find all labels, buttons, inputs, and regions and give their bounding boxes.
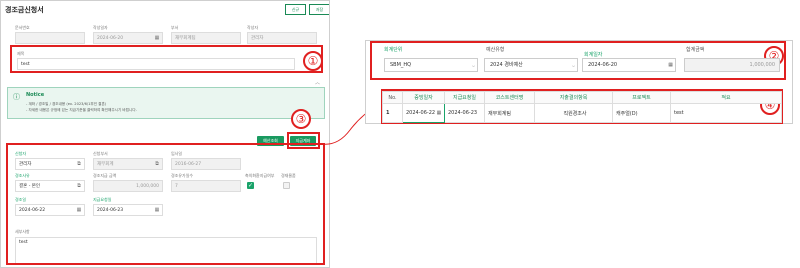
annotation-box-1 bbox=[10, 45, 323, 73]
grid-cell-expense-item[interactable]: 직원경조사 bbox=[534, 103, 613, 123]
write-date-value: 2024-06-20 bbox=[97, 36, 124, 41]
writer-label: 작성자 bbox=[247, 25, 259, 30]
form-title: 경조금신청서 bbox=[5, 6, 44, 14]
accounting-date-value: 2024-06-20 bbox=[588, 62, 618, 68]
grid-header-no: No. bbox=[382, 91, 403, 104]
annotation-box-form bbox=[6, 143, 325, 265]
doc-number-label: 문서번호 bbox=[15, 25, 30, 30]
screenshot-stage: 경조금신청서 신규 저장 문서번호 작성일자 부서 작성자 2024-06-20… bbox=[0, 0, 800, 268]
grid-header-request-date[interactable]: 지급요청일 bbox=[444, 91, 485, 104]
budget-type-select[interactable]: 2024 경비예산 ⌵ bbox=[484, 58, 578, 72]
calendar-icon[interactable]: ▦ bbox=[437, 110, 442, 116]
notice-line-1: - 계좌 / 경조일 / 경조내용 (ex. 2023/6/1부인 결혼) bbox=[26, 102, 107, 106]
annotation-marker-1: ① bbox=[303, 51, 323, 71]
calendar-icon: ▦ bbox=[154, 35, 160, 41]
annotation-marker-3: ③ bbox=[291, 109, 311, 129]
grid-cell-proof-date[interactable]: 2024-06-22 ▦ bbox=[402, 103, 445, 123]
total-amount-field: 1,000,000 bbox=[684, 58, 780, 72]
expense-detail-grid: No. 증빙일자 지급요청일 코스트센터명 지출결의항목 프로젝트 적요 1 2… bbox=[382, 91, 782, 123]
grid-cell-proof-date-value: 2024-06-22 bbox=[406, 110, 436, 116]
chevron-down-icon: ⌵ bbox=[471, 63, 475, 68]
grid-header-cost-center[interactable]: 코스트센터명 bbox=[484, 91, 535, 104]
chevron-up-icon[interactable]: ︿ bbox=[315, 79, 320, 86]
grid-cell-cost-center[interactable]: 재무회계팀 bbox=[484, 103, 535, 123]
accounting-unit-value: SBM_HQ bbox=[390, 62, 412, 68]
save-button[interactable]: 저장 bbox=[309, 4, 329, 15]
accounting-unit-label: 회계단위 bbox=[384, 47, 403, 53]
budget-type-label: 예산유형 bbox=[486, 47, 505, 53]
grid-cell-project[interactable]: 캐주얼(D) bbox=[612, 103, 671, 123]
notice-line-2: - 자세한 내용은 규정에 있는 지급기준을 클릭하여 확인해주시기 바랍니다. bbox=[26, 108, 137, 112]
grid-header-proof-date[interactable]: 증빙일자 bbox=[402, 91, 445, 104]
accounting-date-label: 회계일자 bbox=[584, 52, 603, 58]
accounting-unit-select[interactable]: SBM_HQ ⌵ bbox=[384, 58, 478, 72]
grid-header-project[interactable]: 프로젝트 bbox=[612, 91, 671, 104]
budget-type-value: 2024 경비예산 bbox=[490, 62, 523, 68]
notice-title: Notice bbox=[26, 92, 45, 98]
expense-form-panel: 경조금신청서 신규 저장 문서번호 작성일자 부서 작성자 2024-06-20… bbox=[0, 0, 330, 268]
grid-header-row: No. 증빙일자 지급요청일 코스트센터명 지출결의항목 프로젝트 적요 bbox=[382, 91, 782, 104]
chevron-down-icon: ⌵ bbox=[571, 63, 575, 68]
write-date-label: 작성일자 bbox=[93, 25, 108, 30]
info-icon: ⓘ bbox=[13, 93, 20, 101]
grid-cell-memo[interactable]: test bbox=[670, 103, 782, 123]
notice-box: ⓘ Notice - 계좌 / 경조일 / 경조내용 (ex. 2023/6/1… bbox=[7, 87, 325, 119]
writer-field: 관리자 bbox=[247, 32, 317, 44]
doc-number-field bbox=[15, 32, 85, 44]
accounting-date-field[interactable]: 2024-06-20 ▦ bbox=[582, 58, 676, 72]
department-label: 부서 bbox=[171, 25, 179, 30]
grid-cell-request-date[interactable]: 2024-06-23 bbox=[444, 103, 485, 123]
department-field: 재무회계팀 bbox=[171, 32, 241, 44]
grid-header-expense-item[interactable]: 지출결의항목 bbox=[534, 91, 613, 104]
new-button[interactable]: 신규 bbox=[285, 4, 306, 15]
write-date-field: 2024-06-20 ▦ bbox=[93, 32, 163, 44]
grid-cell-no: 1 bbox=[382, 103, 403, 123]
grid-header-memo[interactable]: 적요 bbox=[670, 91, 782, 104]
table-row[interactable]: 1 2024-06-22 ▦ 2024-06-23 재무회계팀 직원경조사 캐주… bbox=[382, 103, 782, 123]
calendar-icon[interactable]: ▦ bbox=[668, 59, 673, 72]
total-amount-label: 합계금액 bbox=[686, 47, 705, 53]
